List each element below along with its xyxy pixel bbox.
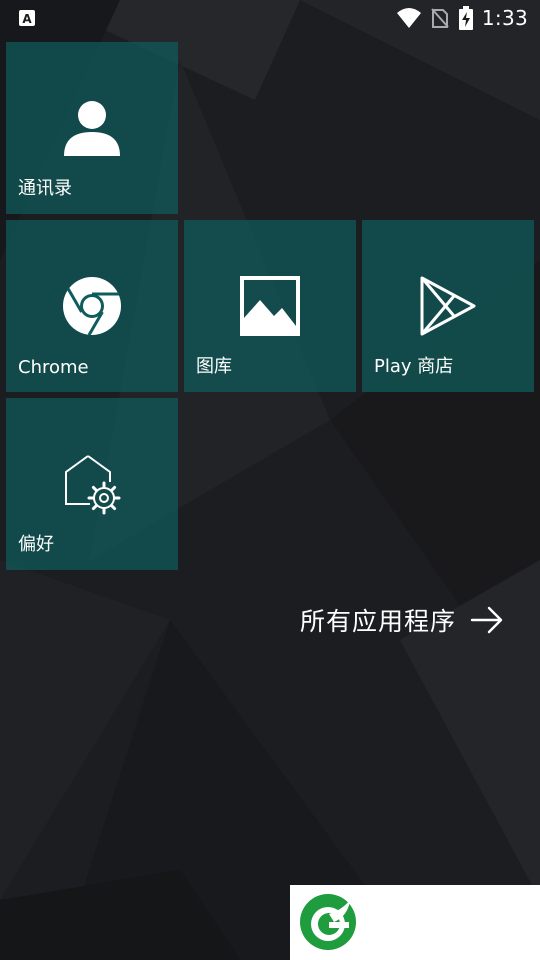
tile-label: 图库 xyxy=(196,356,232,377)
all-apps-label: 所有应用程序 xyxy=(300,607,457,636)
preferences-icon xyxy=(65,455,121,515)
tile-play-store[interactable]: Play 商店 xyxy=(362,220,534,392)
status-bar: A 1:33 xyxy=(0,0,540,36)
person-icon xyxy=(64,101,120,156)
tile-label: 通讯录 xyxy=(18,178,72,199)
tile-contacts[interactable]: 通讯录 xyxy=(6,42,178,214)
tile-label: Chrome xyxy=(18,357,89,378)
tile-chrome[interactable]: Chrome xyxy=(6,220,178,392)
gallery-icon xyxy=(240,276,300,336)
tile-preferences[interactable]: 偏好 xyxy=(6,398,178,570)
tile-label: Play 商店 xyxy=(374,356,454,377)
wifi-icon xyxy=(396,8,421,28)
status-time: 1:33 xyxy=(481,6,528,30)
notification-a-icon: A xyxy=(19,10,35,26)
ad-banner[interactable] xyxy=(290,885,540,960)
tile-gallery[interactable]: 图库 xyxy=(184,220,356,392)
tile-label: 偏好 xyxy=(18,534,54,555)
arrow-right-icon xyxy=(470,606,503,634)
green-leaf-logo-icon xyxy=(300,894,356,950)
svg-text:A: A xyxy=(22,12,32,26)
play-store-icon xyxy=(420,276,476,336)
all-apps-button[interactable]: 所有应用程序 xyxy=(300,600,504,640)
no-sim-icon xyxy=(431,8,449,28)
chrome-icon xyxy=(63,277,121,336)
battery-charging-icon xyxy=(458,6,473,30)
